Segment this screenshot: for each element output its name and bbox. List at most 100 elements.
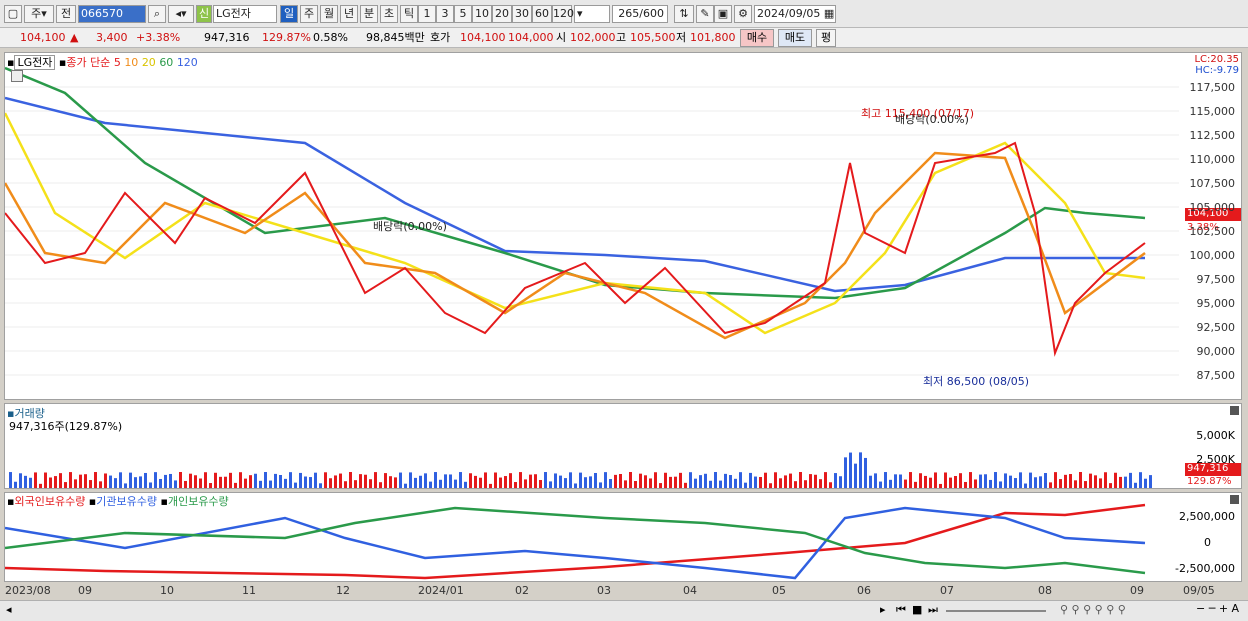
volume-bar bbox=[964, 481, 967, 488]
volume-bar bbox=[714, 472, 717, 488]
price-legend: ▪ LG전자 ▪종가 단순 5 10 20 60 120 bbox=[7, 55, 198, 70]
price-ytick: 100,000 bbox=[1189, 249, 1236, 262]
layout-icon[interactable]: ▢ bbox=[4, 5, 22, 23]
num-3[interactable]: 3 bbox=[436, 5, 454, 23]
type-select[interactable]: 전 bbox=[56, 5, 76, 23]
volume-bar bbox=[589, 476, 592, 488]
price-ytick: 90,000 bbox=[1196, 345, 1236, 358]
num-1[interactable]: 1 bbox=[418, 5, 436, 23]
volume-ratio: 129.87% bbox=[262, 31, 311, 44]
even-button[interactable]: 평 bbox=[816, 29, 836, 47]
sell-button[interactable]: 매도 bbox=[778, 29, 812, 47]
volume-bar bbox=[119, 472, 122, 488]
gear-icon[interactable]: ⚙ bbox=[734, 5, 752, 23]
volume-bar bbox=[759, 477, 762, 488]
date-field[interactable]: 2024/09/05 ▦ bbox=[754, 5, 836, 23]
num-10[interactable]: 10 bbox=[472, 5, 492, 23]
grid-icon[interactable] bbox=[11, 70, 23, 82]
num-5[interactable]: 5 bbox=[454, 5, 472, 23]
volume-bar bbox=[244, 478, 247, 488]
tab-month[interactable]: 월 bbox=[320, 5, 338, 23]
volume-bar bbox=[114, 478, 117, 488]
tool-icons[interactable]: ⚲ ⚲ ⚲ ⚲ ⚲ ⚲ bbox=[1060, 603, 1126, 616]
x-tick: 06 bbox=[857, 584, 871, 597]
volume-bar bbox=[524, 479, 527, 488]
volume-bar bbox=[654, 472, 657, 488]
num-20[interactable]: 20 bbox=[492, 5, 512, 23]
scroll-left-icon[interactable]: ◂ bbox=[6, 603, 12, 616]
rewind-icon[interactable]: ⏮ bbox=[896, 603, 906, 617]
volume-bar bbox=[499, 477, 502, 488]
candle-icon[interactable]: ⇅ bbox=[674, 5, 694, 23]
stop-icon[interactable]: ■ bbox=[912, 603, 922, 616]
zoom-slider[interactable] bbox=[946, 610, 1046, 612]
custom-num-select[interactable]: ▾ bbox=[574, 5, 610, 23]
volume-bar bbox=[824, 472, 827, 488]
volume-bar bbox=[1134, 482, 1137, 488]
volume-bar bbox=[1079, 472, 1082, 488]
tab-day[interactable]: 일 bbox=[280, 5, 298, 23]
volume-bar bbox=[779, 478, 782, 488]
tab-minute[interactable]: 분 bbox=[360, 5, 378, 23]
tab-year[interactable]: 년 bbox=[340, 5, 358, 23]
volume-bar bbox=[829, 482, 832, 488]
volume-bar bbox=[219, 476, 222, 488]
turnover: 0.58% bbox=[313, 31, 348, 44]
scroll-bar[interactable]: ◂ ▸ ⏮ ■ ⏭ ⚲ ⚲ ⚲ ⚲ ⚲ ⚲ − ─ + A bbox=[0, 600, 1248, 621]
code-input[interactable]: 066570 bbox=[78, 5, 146, 23]
volume-bar bbox=[494, 472, 497, 488]
volume-bar bbox=[299, 472, 302, 488]
price-panel: ▪ LG전자 ▪종가 단순 5 10 20 60 120 LC:20.35 HC:… bbox=[4, 52, 1242, 400]
tab-second[interactable]: 초 bbox=[380, 5, 398, 23]
count-field[interactable]: 265/600 bbox=[612, 5, 668, 23]
volume-bar bbox=[664, 472, 667, 488]
volume-bar bbox=[159, 478, 162, 488]
scroll-right-icon[interactable]: ▸ bbox=[880, 603, 886, 616]
close-icon[interactable] bbox=[1230, 495, 1239, 504]
save-icon[interactable]: ▣ bbox=[714, 5, 732, 23]
price-ytick: 105,000 bbox=[1189, 201, 1236, 214]
stock-name-field[interactable]: LG전자 bbox=[213, 5, 277, 23]
volume-bar bbox=[509, 473, 512, 488]
num-60[interactable]: 60 bbox=[532, 5, 552, 23]
volume-bar bbox=[234, 482, 237, 488]
price-ytick: 102,500 bbox=[1189, 225, 1236, 238]
volume-bar bbox=[1039, 476, 1042, 488]
period-select[interactable]: 주▾ bbox=[24, 5, 54, 23]
volume-bar bbox=[184, 480, 187, 488]
tab-tick[interactable]: 틱 bbox=[400, 5, 418, 23]
volume-bar bbox=[699, 475, 702, 488]
volume-bar bbox=[684, 482, 687, 488]
volume-bar bbox=[584, 477, 587, 488]
volume-bar bbox=[359, 474, 362, 488]
volume-bar bbox=[44, 472, 47, 488]
zoom-controls[interactable]: − ─ + A bbox=[1196, 602, 1239, 615]
volume-bar bbox=[889, 479, 892, 488]
volume-bar bbox=[944, 472, 947, 488]
price-ytick: 87,500 bbox=[1196, 369, 1236, 382]
volume-bar bbox=[279, 474, 282, 488]
volume-bar bbox=[239, 472, 242, 488]
volume-bar bbox=[249, 475, 252, 488]
volume-bar bbox=[934, 472, 937, 488]
buy-button[interactable]: 매수 bbox=[740, 29, 774, 47]
close-icon[interactable] bbox=[1230, 406, 1239, 415]
open-price: 102,000 bbox=[570, 31, 616, 44]
tool-icon[interactable]: ✎ bbox=[696, 5, 714, 23]
num-120[interactable]: 120 bbox=[552, 5, 574, 23]
volume-bar bbox=[124, 483, 127, 488]
volume-bar bbox=[519, 472, 522, 488]
search-icon[interactable]: ⌕ bbox=[148, 5, 166, 23]
num-30[interactable]: 30 bbox=[512, 5, 532, 23]
volume-bar bbox=[999, 481, 1002, 488]
speaker-icon[interactable]: ◂▾ bbox=[168, 5, 194, 23]
volume-bar bbox=[149, 482, 152, 488]
forward-icon[interactable]: ⏭ bbox=[928, 603, 938, 617]
volume-bar bbox=[194, 475, 197, 488]
volume-bar bbox=[839, 476, 842, 488]
volume-bar bbox=[319, 483, 322, 488]
volume-bar bbox=[979, 474, 982, 488]
volume-bar bbox=[434, 472, 437, 488]
volume-bar bbox=[774, 472, 777, 488]
tab-week[interactable]: 주 bbox=[300, 5, 318, 23]
